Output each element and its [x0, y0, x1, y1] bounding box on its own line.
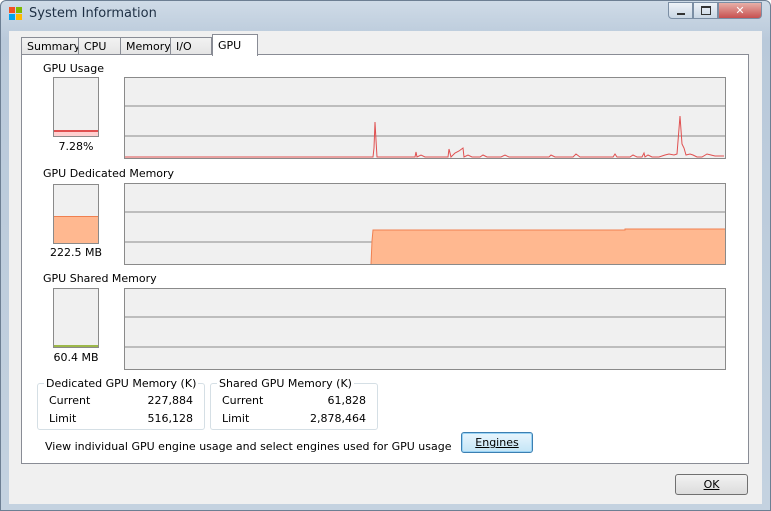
system-information-window: System Information ✕ Summary CPU Memory …: [0, 0, 771, 511]
gpu-dedicated-memory-graph: [124, 183, 726, 265]
ok-button-label: OK: [703, 478, 720, 491]
title-bar[interactable]: System Information ✕: [1, 1, 770, 29]
gpu-dedicated-memory-meter-fill: [54, 216, 98, 243]
dedicated-limit-label: Limit: [49, 412, 77, 425]
gpu-shared-memory-value: 60.4 MB: [53, 351, 99, 364]
maximize-button[interactable]: [693, 2, 718, 19]
close-icon: ✕: [735, 4, 745, 17]
window-title: System Information: [29, 6, 157, 21]
shared-limit-label: Limit: [222, 412, 250, 425]
shared-limit-value: 2,878,464: [310, 412, 366, 425]
tab-memory[interactable]: Memory: [120, 37, 171, 55]
dedicated-limit-value: 516,128: [147, 412, 194, 425]
minimize-button[interactable]: [668, 2, 693, 19]
gpu-shared-memory-meter: [53, 288, 99, 348]
dedicated-gpu-memory-group: Dedicated GPU Memory (K) Current 227,884…: [37, 377, 205, 430]
gpu-usage-meter-fill: [54, 129, 98, 136]
engines-hint-text: View individual GPU engine usage and sel…: [45, 440, 452, 453]
gpu-shared-memory-graph: [124, 288, 726, 370]
gpu-tab-page: GPU Usage 7.28% GPU Dedicated Memory 222…: [21, 54, 749, 464]
gpu-usage-meter: [53, 77, 99, 137]
dialog-client-area: Summary CPU Memory I/O GPU GPU Usage 7.2…: [9, 31, 762, 504]
engines-button-label: Engines: [475, 436, 519, 449]
shared-gpu-memory-group: Shared GPU Memory (K) Current 61,828 Lim…: [210, 377, 378, 430]
gpu-dedicated-memory-value: 222.5 MB: [49, 246, 103, 259]
gpu-dedicated-memory-series-area: [371, 229, 725, 264]
close-button[interactable]: ✕: [718, 2, 762, 19]
dedicated-current-value: 227,884: [147, 394, 194, 407]
tab-summary[interactable]: Summary: [21, 37, 80, 55]
gpu-usage-graph: [124, 77, 726, 159]
shared-current-value: 61,828: [327, 394, 367, 407]
system-information-icon: [9, 7, 23, 21]
minimize-icon: [676, 12, 685, 15]
gpu-dedicated-memory-label: GPU Dedicated Memory: [43, 167, 175, 180]
tab-io[interactable]: I/O: [170, 37, 212, 55]
shared-current-label: Current: [222, 394, 264, 407]
dedicated-gpu-memory-title: Dedicated GPU Memory (K): [44, 377, 199, 390]
tab-gpu[interactable]: GPU: [212, 34, 258, 56]
tab-cpu[interactable]: CPU: [78, 37, 121, 55]
maximize-icon: [700, 6, 711, 15]
gpu-dedicated-memory-meter: [53, 184, 99, 244]
ok-button[interactable]: OK: [675, 474, 748, 495]
gpu-usage-value: 7.28%: [58, 140, 94, 153]
dedicated-current-label: Current: [49, 394, 91, 407]
gpu-shared-memory-meter-fill: [54, 345, 98, 347]
gpu-shared-memory-label: GPU Shared Memory: [43, 272, 157, 285]
shared-gpu-memory-title: Shared GPU Memory (K): [217, 377, 354, 390]
gpu-usage-label: GPU Usage: [43, 62, 104, 75]
engines-button[interactable]: Engines: [461, 432, 533, 453]
